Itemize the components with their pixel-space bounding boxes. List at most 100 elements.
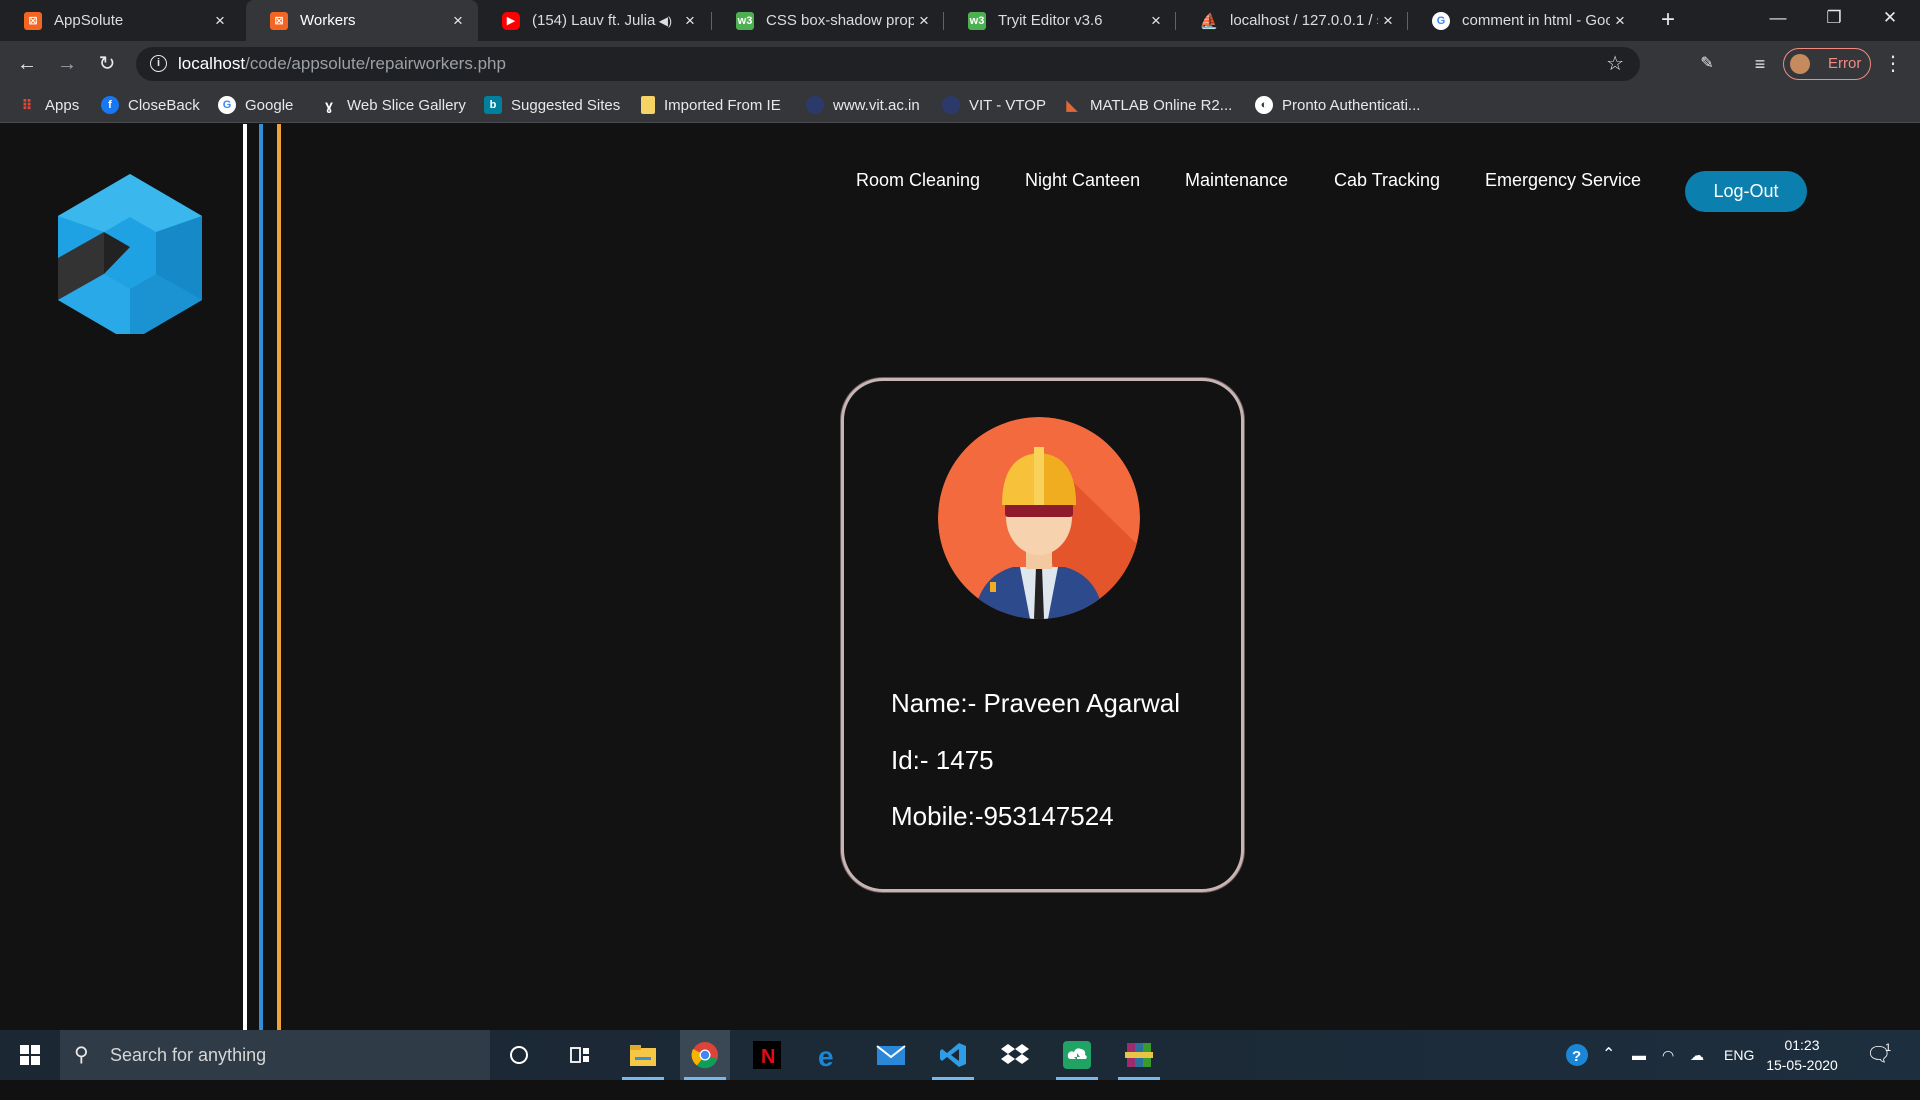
forward-button[interactable]: → [52,49,82,79]
bookmark-pronto[interactable]: ◐ Pronto Authenticati... [1255,87,1420,123]
cloud-download-icon[interactable] [1052,1030,1102,1080]
close-icon[interactable]: × [1610,11,1630,31]
close-icon[interactable]: × [210,11,230,31]
notification-count-badge: 1 [1885,1042,1892,1054]
windows-logo-icon [20,1045,40,1065]
bookmark-apps[interactable]: ⠿ Apps [18,87,80,123]
worker-avatar-icon [938,417,1140,619]
bookmark-google[interactable]: G Google [218,87,293,123]
bookmark-star-icon[interactable]: ☆ [1606,51,1624,76]
dropbox-icon[interactable] [990,1030,1040,1080]
start-button[interactable] [0,1030,60,1080]
winrar-icon[interactable] [1114,1030,1164,1080]
close-icon[interactable]: × [914,11,934,31]
new-tab-button[interactable]: + [1653,6,1683,36]
search-icon: ⚲ [74,1044,89,1066]
cortana-icon[interactable] [494,1030,544,1080]
w3schools-icon: w3 [968,11,986,30]
netflix-icon[interactable]: N [742,1030,792,1080]
tab-appsolute[interactable]: ⊠ AppSolute × [0,0,240,41]
tab-title: comment in html - Goo [1462,12,1610,29]
back-button[interactable]: ← [12,49,42,79]
help-icon[interactable]: ? [1564,1030,1590,1080]
tab-title: localhost / 127.0.0.1 / s [1230,12,1378,29]
clock[interactable]: 01:23 15-05-2020 [1762,1035,1842,1075]
vit-icon [806,96,824,114]
tab-tryit-editor[interactable]: w3 Tryit Editor v3.6 × [944,0,1176,41]
chevron-up-icon[interactable]: ⌃ [1602,1030,1615,1080]
close-window-button[interactable]: ✕ [1862,0,1918,36]
restore-button[interactable]: ❐ [1806,0,1862,36]
vscode-icon[interactable] [928,1030,978,1080]
logout-button[interactable]: Log-Out [1685,171,1807,212]
minimize-button[interactable]: — [1750,0,1806,36]
nav-maintenance[interactable]: Maintenance [1185,160,1288,200]
extension-pen-icon[interactable]: ✎ [1692,49,1722,79]
svg-text:?: ? [1572,1048,1581,1065]
web-slice-icon: ɣ [325,97,333,113]
media-control-icon[interactable]: ≡ [1745,49,1775,79]
worker-id: Id:- 1475 [891,745,994,775]
nav-room-cleaning[interactable]: Room Cleaning [856,160,980,200]
taskbar-search-placeholder: Search for anything [110,1045,267,1065]
speaker-icon[interactable]: ◀) [659,14,672,28]
clock-date: 15-05-2020 [1766,1057,1838,1073]
apps-grid-icon: ⠿ [21,96,33,113]
decorative-line-white [243,124,247,1030]
svg-text:e: e [818,1041,834,1069]
svg-text:N: N [761,1046,775,1068]
bookmark-imported-from-ie[interactable]: Imported From IE [641,87,781,123]
web-page: Room Cleaning Night Canteen Maintenance … [0,124,1920,1030]
tab-title: Workers [300,12,356,29]
phpmyadmin-icon: ⛵ [1199,12,1219,30]
bookmark-vit-vtop[interactable]: VIT - VTOP [942,87,1046,123]
taskbar-search[interactable]: ⚲ Search for anything [60,1030,490,1080]
matlab-icon: ◣ [1066,97,1078,114]
tab-css-box-shadow[interactable]: w3 CSS box-shadow prope × [712,0,944,41]
bookmark-web-slice-gallery[interactable]: ɣ Web Slice Gallery [320,87,466,123]
nav-cab-tracking[interactable]: Cab Tracking [1334,160,1440,200]
bookmark-label: CloseBack [128,96,200,114]
file-explorer-icon[interactable] [618,1030,668,1080]
bookmark-label: Pronto Authenticati... [1282,96,1421,114]
appsolute-favicon-icon: ⊠ [270,11,288,30]
site-info-icon[interactable]: i [150,55,167,72]
browser-menu-icon[interactable]: ⋮ [1878,49,1908,79]
tab-phpmyadmin[interactable]: ⛵ localhost / 127.0.0.1 / s × [1176,0,1408,41]
bookmark-closeback[interactable]: f CloseBack [101,87,200,123]
tab-google-search[interactable]: G comment in html - Goo × [1408,0,1640,41]
close-icon[interactable]: × [1146,11,1166,31]
reload-button[interactable]: ↻ [92,49,122,79]
close-icon[interactable]: × [680,11,700,31]
task-view-icon[interactable] [555,1030,605,1080]
bookmark-vit[interactable]: www.vit.ac.in [806,87,920,123]
nav-emergency-service[interactable]: Emergency Service [1485,160,1641,200]
wifi-icon[interactable]: ◠ [1662,1030,1674,1080]
bookmark-label: Imported From IE [664,96,781,114]
edge-icon[interactable]: e [804,1030,854,1080]
chrome-icon[interactable] [680,1030,730,1080]
onedrive-icon[interactable]: ☁ [1690,1030,1704,1080]
profile-button[interactable]: Error [1783,48,1871,80]
profile-status-label: Error [1828,55,1862,72]
battery-icon[interactable]: ▬ [1632,1030,1646,1080]
browser-tab-strip: ⊠ AppSolute × ⊠ Workers × ▶ (154) Lauv f… [0,0,1920,41]
close-icon[interactable]: × [448,11,468,31]
mail-icon[interactable] [866,1030,916,1080]
nav-night-canteen[interactable]: Night Canteen [1025,160,1140,200]
address-bar[interactable]: i localhost/code/appsolute/repairworkers… [136,47,1640,81]
folder-icon [641,96,655,114]
browser-toolbar: ← → ↻ i localhost/code/appsolute/repairw… [0,41,1920,87]
url-text[interactable]: localhost/code/appsolute/repairworkers.p… [178,54,506,74]
decorative-line-orange [277,124,281,1030]
bookmark-matlab[interactable]: ◣ MATLAB Online R2... [1063,87,1232,123]
language-indicator[interactable]: ENG [1724,1030,1754,1080]
close-icon[interactable]: × [1378,11,1398,31]
facebook-icon: f [101,96,119,114]
bookmark-label: www.vit.ac.in [833,96,920,114]
tab-youtube[interactable]: ▶ (154) Lauv ft. Julia ◀) × [478,0,710,41]
bookmark-suggested-sites[interactable]: b Suggested Sites [484,87,620,123]
google-icon: G [1432,11,1450,30]
tab-workers[interactable]: ⊠ Workers × [246,0,478,41]
worker-name: Name:- Praveen Agarwal [891,688,1181,718]
